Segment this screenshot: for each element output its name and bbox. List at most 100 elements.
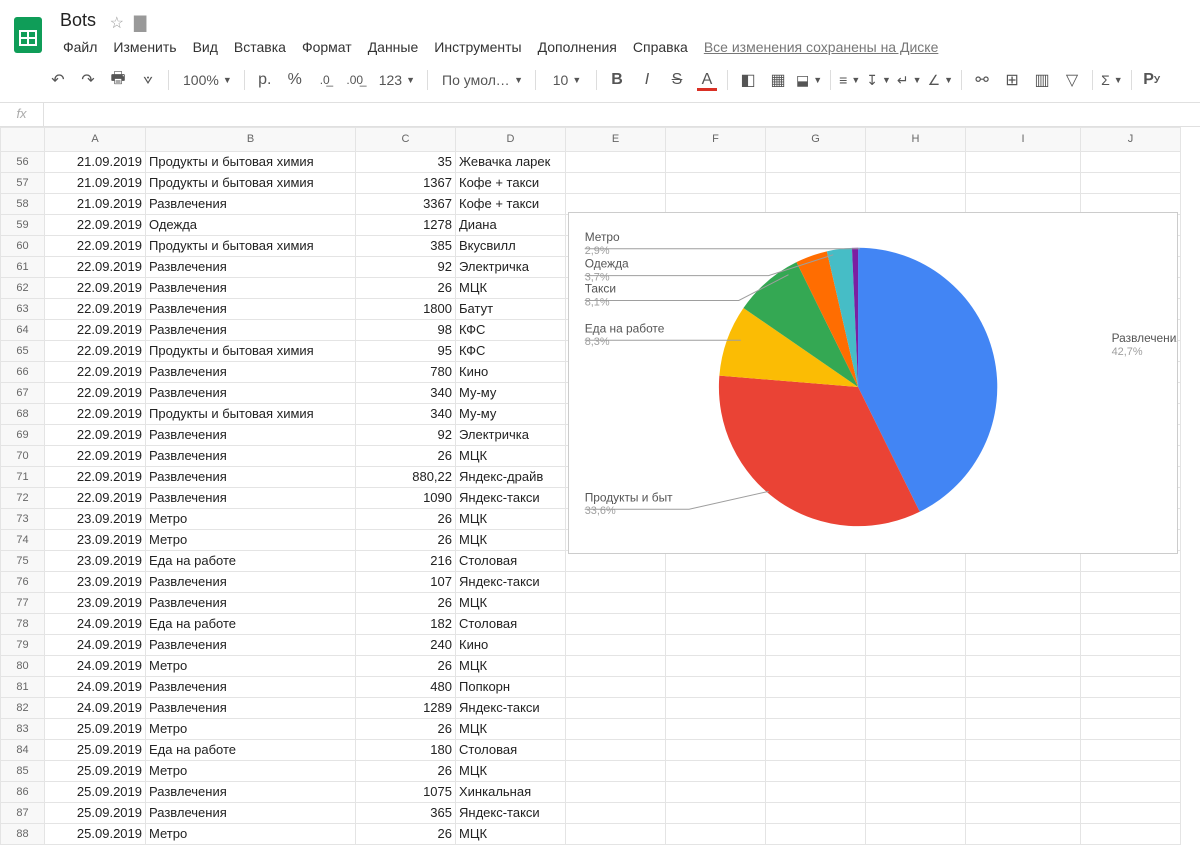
cell[interactable]: 26 xyxy=(356,760,456,781)
cell[interactable] xyxy=(566,613,666,634)
cell[interactable]: 22.09.2019 xyxy=(45,382,146,403)
cell[interactable] xyxy=(1081,151,1181,172)
cell[interactable]: Кофе + такси xyxy=(456,172,566,193)
cell[interactable]: Электричка xyxy=(456,256,566,277)
increase-decimal-button[interactable]: .00̲ xyxy=(341,66,369,94)
cell[interactable] xyxy=(966,802,1081,823)
cell[interactable]: Одежда xyxy=(146,214,356,235)
row-header[interactable]: 76 xyxy=(1,571,45,592)
cell[interactable]: Продукты и бытовая химия xyxy=(146,235,356,256)
cell[interactable] xyxy=(566,697,666,718)
cell[interactable]: Развлечения xyxy=(146,676,356,697)
menu-tools[interactable]: Инструменты xyxy=(427,35,528,59)
cell[interactable] xyxy=(666,802,766,823)
print-button[interactable]: 🖶 xyxy=(104,66,132,94)
cell[interactable] xyxy=(866,634,966,655)
row-header[interactable]: 77 xyxy=(1,592,45,613)
cell[interactable]: Продукты и бытовая химия xyxy=(146,172,356,193)
table-row[interactable]: 81 24.09.2019 Развлечения 480 Попкорн xyxy=(1,676,1181,697)
row-header[interactable]: 85 xyxy=(1,760,45,781)
cell[interactable] xyxy=(666,718,766,739)
cell[interactable] xyxy=(766,655,866,676)
cell[interactable]: Развлечения xyxy=(146,256,356,277)
table-row[interactable]: 87 25.09.2019 Развлечения 365 Яндекс-так… xyxy=(1,802,1181,823)
cell[interactable]: 23.09.2019 xyxy=(45,571,146,592)
cell[interactable]: 22.09.2019 xyxy=(45,445,146,466)
cell[interactable] xyxy=(1081,172,1181,193)
cell[interactable]: МЦК xyxy=(456,508,566,529)
currency-ru-button[interactable]: РУ xyxy=(1138,66,1166,94)
cell[interactable] xyxy=(1081,718,1181,739)
cell[interactable]: Яндекс-такси xyxy=(456,802,566,823)
cell[interactable] xyxy=(766,823,866,844)
cell[interactable] xyxy=(666,781,766,802)
cell[interactable] xyxy=(1081,655,1181,676)
cell[interactable]: 24.09.2019 xyxy=(45,676,146,697)
cell[interactable]: Развлечения xyxy=(146,382,356,403)
cell[interactable]: 480 xyxy=(356,676,456,697)
v-align-button[interactable]: ↧▼ xyxy=(864,66,893,94)
row-header[interactable]: 69 xyxy=(1,424,45,445)
cell[interactable]: 240 xyxy=(356,634,456,655)
cell[interactable] xyxy=(666,655,766,676)
cell[interactable] xyxy=(566,802,666,823)
currency-button[interactable]: р. xyxy=(251,66,279,94)
menu-addons[interactable]: Дополнения xyxy=(531,35,624,59)
cell[interactable]: Развлечения xyxy=(146,571,356,592)
cell[interactable]: 1800 xyxy=(356,298,456,319)
cell[interactable] xyxy=(1081,781,1181,802)
row-header[interactable]: 63 xyxy=(1,298,45,319)
cell[interactable]: МЦК xyxy=(456,655,566,676)
col-header-G[interactable]: G xyxy=(766,127,866,151)
cell[interactable] xyxy=(566,676,666,697)
cell[interactable]: 22.09.2019 xyxy=(45,487,146,508)
table-row[interactable]: 57 21.09.2019 Продукты и бытовая химия 1… xyxy=(1,172,1181,193)
cell[interactable]: 880,22 xyxy=(356,466,456,487)
menu-help[interactable]: Справка xyxy=(626,35,695,59)
cell[interactable]: Развлечения xyxy=(146,361,356,382)
cell[interactable] xyxy=(766,613,866,634)
cell[interactable]: Кофе + такси xyxy=(456,193,566,214)
borders-button[interactable]: ▦ xyxy=(764,66,792,94)
cell[interactable]: 23.09.2019 xyxy=(45,592,146,613)
cell[interactable]: 22.09.2019 xyxy=(45,235,146,256)
cell[interactable]: Метро xyxy=(146,718,356,739)
cell[interactable] xyxy=(566,571,666,592)
cell[interactable]: 25.09.2019 xyxy=(45,718,146,739)
cell[interactable]: Развлечения xyxy=(146,277,356,298)
row-header[interactable]: 57 xyxy=(1,172,45,193)
cell[interactable]: 22.09.2019 xyxy=(45,361,146,382)
cell[interactable]: Метро xyxy=(146,529,356,550)
zoom-dropdown[interactable]: 100%▼ xyxy=(175,66,238,94)
cell[interactable] xyxy=(1081,571,1181,592)
cell[interactable]: Развлечения xyxy=(146,466,356,487)
cell[interactable]: 1278 xyxy=(356,214,456,235)
cell[interactable]: 23.09.2019 xyxy=(45,529,146,550)
cell[interactable] xyxy=(766,151,866,172)
cell[interactable]: 26 xyxy=(356,277,456,298)
cell[interactable]: Развлечения xyxy=(146,424,356,445)
cell[interactable] xyxy=(666,697,766,718)
cell[interactable]: 21.09.2019 xyxy=(45,172,146,193)
cell[interactable]: 24.09.2019 xyxy=(45,655,146,676)
cell[interactable]: 22.09.2019 xyxy=(45,403,146,424)
filter-button[interactable]: ▽ xyxy=(1058,66,1086,94)
cell[interactable]: 340 xyxy=(356,382,456,403)
cell[interactable]: 1075 xyxy=(356,781,456,802)
cell[interactable]: Развлечения xyxy=(146,319,356,340)
cell[interactable]: Еда на работе xyxy=(146,739,356,760)
sheets-logo-icon[interactable] xyxy=(8,15,48,55)
cell[interactable] xyxy=(666,634,766,655)
cell[interactable] xyxy=(566,634,666,655)
cell[interactable] xyxy=(566,718,666,739)
cell[interactable] xyxy=(966,634,1081,655)
cell[interactable] xyxy=(1081,592,1181,613)
cell[interactable]: Развлечения xyxy=(146,781,356,802)
table-row[interactable]: 85 25.09.2019 Метро 26 МЦК xyxy=(1,760,1181,781)
cell[interactable]: 26 xyxy=(356,718,456,739)
cell[interactable] xyxy=(666,151,766,172)
table-row[interactable]: 84 25.09.2019 Еда на работе 180 Столовая xyxy=(1,739,1181,760)
cell[interactable]: МЦК xyxy=(456,718,566,739)
row-header[interactable]: 58 xyxy=(1,193,45,214)
cell[interactable] xyxy=(866,655,966,676)
